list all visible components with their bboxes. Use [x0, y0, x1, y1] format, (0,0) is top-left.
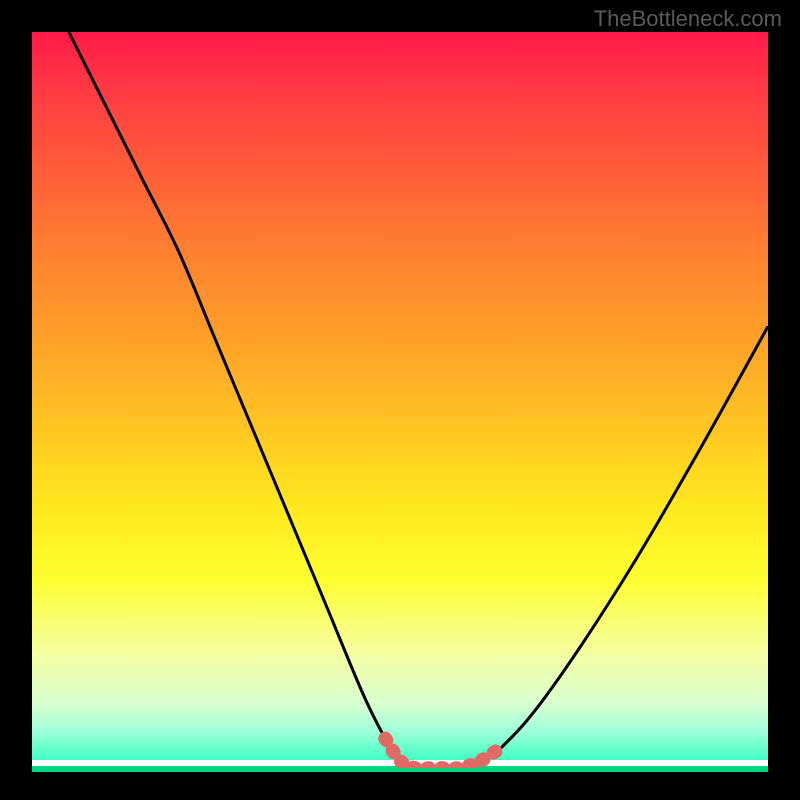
bottleneck-curve: [69, 32, 768, 768]
chart-plot-area: [32, 32, 768, 768]
frame-right: [768, 0, 800, 800]
watermark-text: TheBottleneck.com: [594, 6, 782, 32]
optimal-zone-marker: [385, 739, 503, 768]
frame-left: [0, 0, 32, 800]
frame-bottom: [0, 772, 800, 800]
